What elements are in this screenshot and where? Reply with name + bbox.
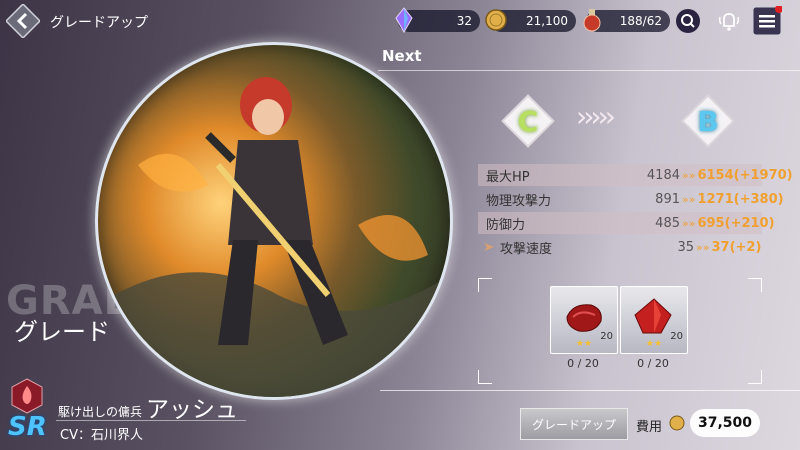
- material-requirement: 0 / 20: [567, 357, 599, 370]
- grade-arrows: ›››››: [576, 100, 616, 133]
- rarity-stars: ★★: [575, 339, 593, 349]
- gold-coin-icon: [669, 415, 685, 431]
- character-portrait: [95, 42, 453, 400]
- search-button[interactable]: [675, 8, 701, 34]
- divider: [380, 390, 800, 391]
- stat-next: 37: [711, 239, 730, 255]
- stat-row-attack-speed: 攻撃速度 35 »» 37 (+2): [478, 236, 762, 258]
- speed-icon: [484, 243, 494, 251]
- divider: [378, 70, 800, 71]
- screen-title: グレードアップ: [50, 15, 148, 31]
- material-requirement: 0 / 20: [637, 357, 669, 370]
- fire-element-icon: [11, 378, 43, 414]
- next-grade-badge: B: [680, 93, 736, 149]
- gold-coin-icon: [485, 9, 507, 31]
- gold-counter[interactable]: 21,100: [485, 9, 576, 32]
- stat-delta: (+380): [733, 191, 784, 207]
- crystal-icon: [395, 7, 413, 34]
- stamina-counter[interactable]: 188/62: [583, 9, 670, 32]
- stat-current: 35: [677, 239, 694, 255]
- search-icon: [676, 9, 700, 33]
- cost-label: 費用: [636, 420, 663, 435]
- character-name: アッシュ: [146, 397, 238, 423]
- notification-button[interactable]: [716, 8, 742, 34]
- voice-actor: CV：石川界人: [60, 428, 143, 443]
- stat-delta: (+2): [729, 239, 762, 255]
- crystal-counter[interactable]: 32: [395, 7, 480, 34]
- crystal-value: 32: [456, 14, 472, 28]
- back-button[interactable]: [4, 2, 42, 40]
- stat-current: 891: [655, 191, 680, 207]
- stat-name: 攻撃速度: [500, 241, 553, 257]
- divider: [56, 420, 246, 421]
- character-illustration: [98, 77, 450, 397]
- rarity-label: SR: [8, 412, 47, 442]
- current-grade-badge: C: [500, 93, 556, 149]
- stat-row-physical-attack: 物理攻撃力 891 »» 1271 (+380): [478, 188, 784, 210]
- stat-row-max-hp: 最大HP 4184 »» 6154 (+1970): [478, 164, 793, 186]
- bell-icon: [718, 13, 740, 31]
- stat-next: 6154: [697, 167, 734, 183]
- stamina-value: 188/62: [619, 14, 662, 28]
- stat-row-defense: 防御力 485 »» 695 (+210): [478, 212, 775, 234]
- character-epithet: 駆け出しの傭兵: [58, 405, 143, 419]
- menu-button[interactable]: [752, 5, 783, 36]
- stat-next: 695: [697, 215, 725, 231]
- rarity-stars: ★★: [645, 339, 663, 349]
- grade-label: グレード: [14, 318, 110, 346]
- arrow-icon: »»: [682, 216, 696, 230]
- stat-current: 485: [655, 215, 680, 231]
- material-slot-2[interactable]: 20 ★★: [620, 286, 688, 354]
- stat-name: 最大HP: [486, 169, 530, 185]
- stat-current: 4184: [646, 167, 680, 183]
- next-grade: B: [697, 104, 719, 138]
- arrow-icon: »»: [682, 168, 696, 182]
- grade-up-button[interactable]: グレードアップ: [520, 408, 628, 440]
- back-arrow-icon: [4, 2, 42, 40]
- current-grade: C: [517, 104, 539, 138]
- potion-icon: [583, 9, 601, 32]
- stat-delta: (+210): [724, 215, 775, 231]
- stat-name: 防御力: [486, 217, 526, 233]
- cost-value: 37,500: [690, 409, 760, 437]
- stat-delta: (+1970): [733, 167, 793, 183]
- stat-name: 物理攻撃力: [486, 193, 552, 209]
- material-slot-1[interactable]: 20 ★★: [550, 286, 618, 354]
- arrow-icon: »»: [682, 192, 696, 206]
- menu-icon: [752, 5, 783, 36]
- next-label: Next: [382, 47, 422, 65]
- arrow-icon: »»: [696, 240, 710, 254]
- stat-next: 1271: [697, 191, 734, 207]
- gold-value: 21,100: [526, 14, 568, 28]
